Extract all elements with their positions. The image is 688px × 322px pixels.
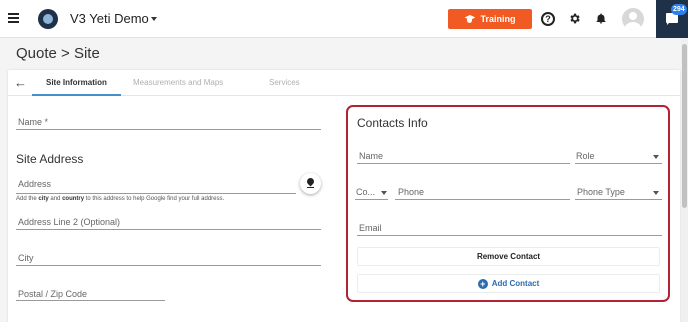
gear-icon[interactable]	[568, 12, 581, 25]
address-underline	[16, 193, 296, 194]
tab-services[interactable]: Services	[269, 78, 300, 87]
help-icon[interactable]: ?	[541, 12, 555, 26]
active-tab-indicator	[32, 94, 121, 96]
map-pin-base	[307, 187, 314, 188]
contact-role-select[interactable]: Role	[576, 151, 595, 161]
country-code-select[interactable]: Co...	[356, 187, 375, 197]
chevron-down-icon[interactable]	[151, 17, 157, 21]
country-code-underline	[355, 199, 388, 200]
contact-name-field[interactable]: Name	[359, 151, 383, 161]
avatar[interactable]	[622, 8, 644, 30]
contact-role-underline	[575, 163, 662, 164]
add-contact-label: Add Contact	[491, 279, 540, 288]
site-address-title: Site Address	[16, 152, 84, 166]
plus-circle-icon: +	[477, 278, 488, 289]
graduation-cap-icon	[464, 15, 475, 23]
training-label: Training	[480, 14, 516, 24]
contact-name-underline	[357, 163, 570, 164]
contact-email-field[interactable]: Email	[359, 223, 382, 233]
map-pin-icon	[305, 176, 316, 187]
phone-type-underline	[575, 199, 662, 200]
app-title[interactable]: V3 Yeti Demo	[70, 11, 149, 26]
tab-bar	[8, 70, 680, 96]
contacts-info-title: Contacts Info	[357, 116, 428, 130]
city-field[interactable]: City	[18, 253, 34, 263]
menu-icon[interactable]	[8, 13, 19, 23]
breadcrumb: Quote > Site	[16, 45, 100, 62]
site-name-underline	[16, 129, 321, 130]
contact-phone-field[interactable]: Phone	[398, 187, 424, 197]
site-name-field[interactable]: Name *	[18, 117, 48, 127]
city-underline	[16, 265, 321, 266]
postal-code-field[interactable]: Postal / Zip Code	[18, 289, 87, 299]
add-contact-button[interactable]: + Add Contact	[357, 274, 660, 293]
address-line2-field[interactable]: Address Line 2 (Optional)	[18, 217, 120, 227]
contact-phone-underline	[395, 199, 570, 200]
bell-icon[interactable]	[595, 12, 607, 25]
address-hint: Add the city and country to this address…	[16, 196, 225, 202]
remove-contact-button[interactable]: Remove Contact	[357, 247, 660, 266]
back-arrow-icon[interactable]: ←	[14, 76, 27, 89]
remove-contact-label: Remove Contact	[476, 252, 541, 261]
address-field[interactable]: Address	[18, 179, 51, 189]
phone-type-select[interactable]: Phone Type	[577, 187, 625, 197]
training-button[interactable]: Training	[448, 9, 532, 29]
scrollbar-thumb[interactable]	[682, 44, 687, 208]
contact-email-underline	[357, 235, 662, 236]
locate-address-button[interactable]	[300, 173, 321, 194]
tab-measurements-and-maps[interactable]: Measurements and Maps	[133, 78, 223, 87]
tab-site-information[interactable]: Site Information	[46, 78, 107, 87]
postal-code-underline	[16, 300, 165, 301]
chat-badge: 294	[671, 4, 687, 15]
contacts-info-panel	[346, 105, 670, 302]
app-logo-icon	[38, 9, 58, 29]
address-line2-underline	[16, 229, 321, 230]
phone-type-chevron-down-icon[interactable]	[653, 191, 659, 195]
role-chevron-down-icon[interactable]	[653, 155, 659, 159]
country-code-chevron-down-icon[interactable]	[381, 191, 387, 195]
